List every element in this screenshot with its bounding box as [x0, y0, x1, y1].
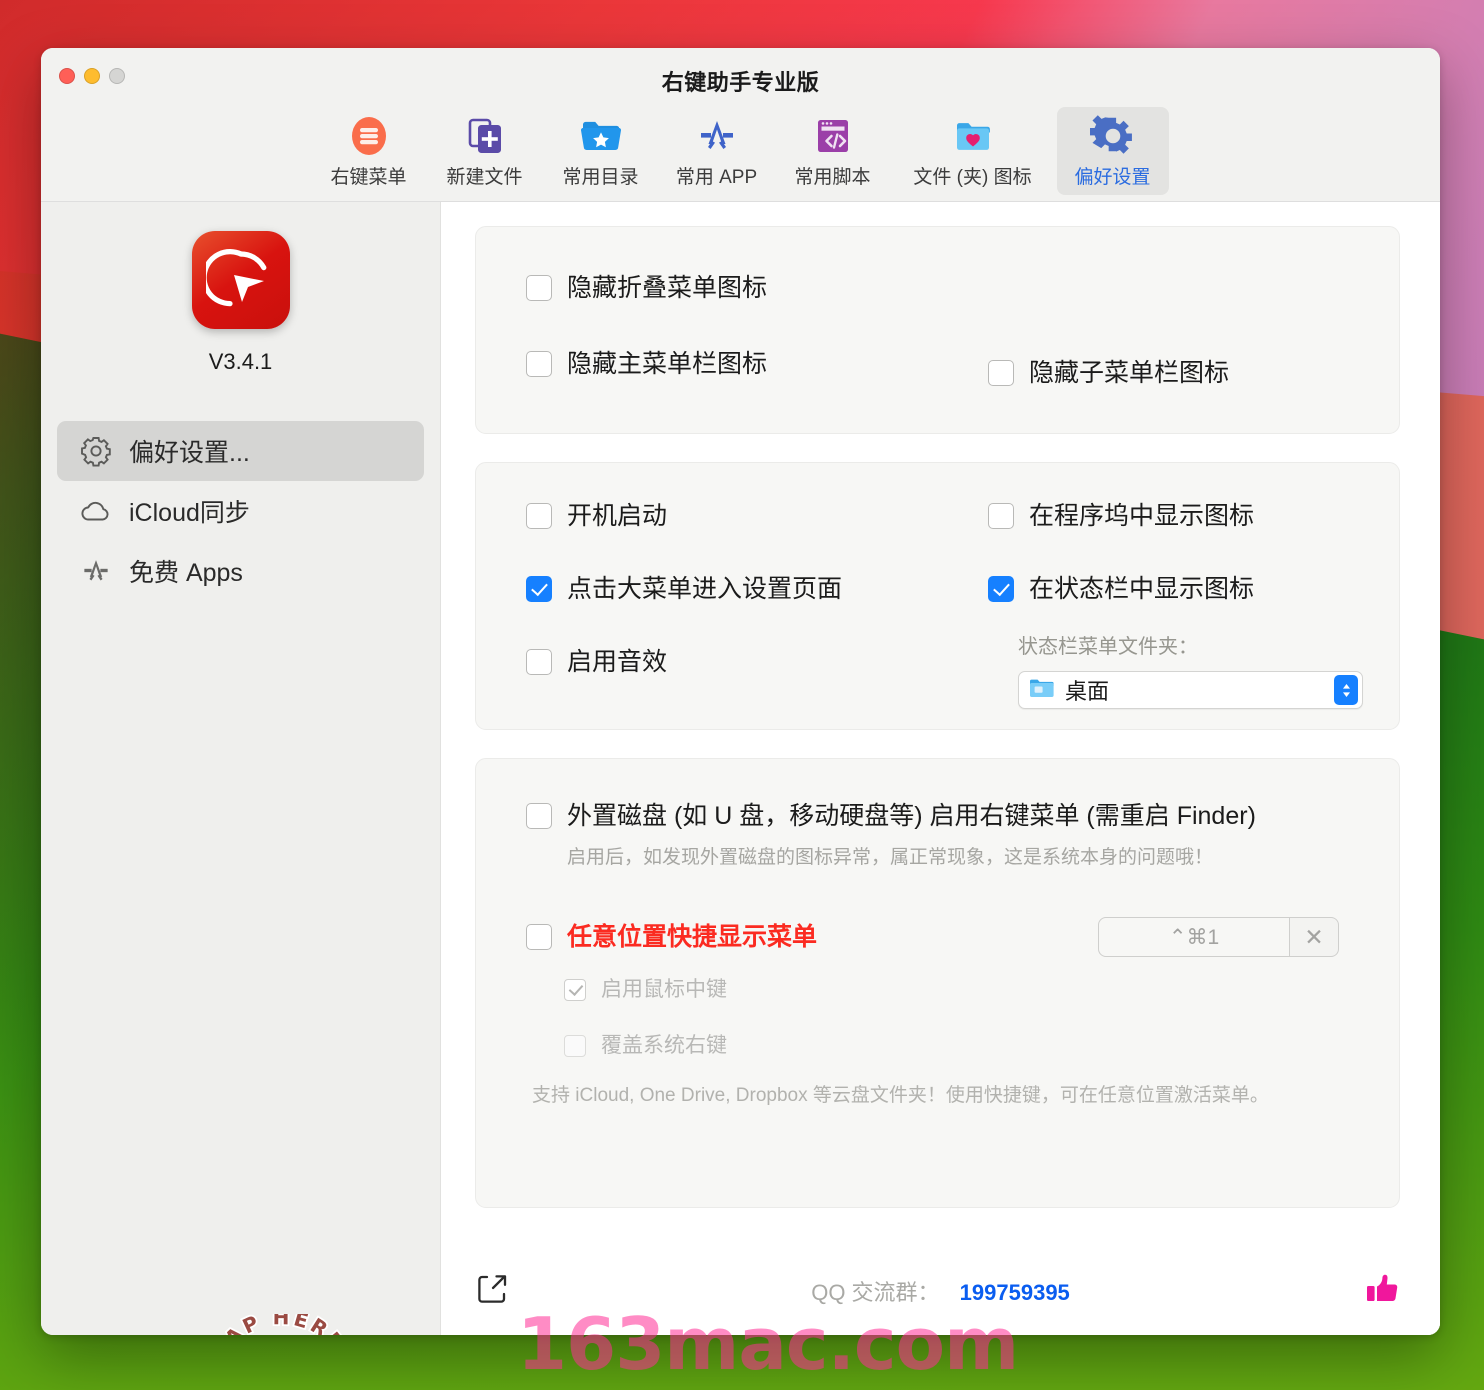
footer-bar: QQ 交流群： 199759395	[441, 1247, 1440, 1335]
main-toolbar: 右键菜单 新建文件 常用目录 常用 APP 常用脚本 文件 (夹) 图标 偏好设…	[41, 105, 1440, 202]
app-version-label: V3.4.1	[208, 349, 273, 374]
override-rmb-checkbox[interactable]	[564, 1035, 586, 1057]
main-content: 隐藏折叠菜单图标 隐藏主菜单栏图标 折叠菜单名称 (点击修改)： 其它右键功能	[441, 202, 1440, 1335]
launch-at-login-label: 开机启动	[567, 502, 668, 530]
shortcut-value[interactable]: ⌃⌘1	[1099, 918, 1290, 956]
hide-sub-menubar-icon-label: 隐藏子菜单栏图标	[1029, 359, 1230, 387]
toolbar-item-label: 右键菜单	[330, 167, 407, 188]
advanced-settings-card: 外置磁盘 (如 U 盘，移动硬盘等) 启用右键菜单 (需重启 Finder) 启…	[475, 758, 1400, 1208]
cursor-logo-icon	[191, 231, 290, 329]
hide-fold-menu-icon-label: 隐藏折叠菜单图标	[567, 274, 768, 302]
new-file-icon	[463, 113, 507, 159]
sidebar-item-label: 偏好设置...	[129, 439, 250, 467]
gear-icon	[1089, 113, 1136, 159]
sticker-text: TAP HERE	[209, 1314, 350, 1335]
hide-main-menubar-icon-checkbox[interactable]	[526, 351, 552, 377]
toolbar-item-favorite-folders[interactable]: 常用目录	[545, 107, 657, 195]
toolbar-item-file-folder-icons[interactable]: 文件 (夹) 图标	[893, 107, 1053, 195]
show-in-dock-row[interactable]: 在程序坞中显示图标	[988, 503, 1399, 529]
shortcut-recorder[interactable]: ⌃⌘1 ✕	[1098, 917, 1339, 957]
statusbar-folder-select[interactable]: 桌面	[1018, 671, 1363, 709]
big-menu-settings-row[interactable]: 点击大菜单进入设置页面	[526, 576, 946, 602]
qq-group-number[interactable]: 199759395	[960, 1280, 1070, 1305]
app-store-icon	[695, 113, 739, 159]
launch-at-login-checkbox[interactable]	[526, 503, 552, 529]
sidebar-nav: 偏好设置... iCloud同步 免费 Apps	[57, 421, 424, 601]
star-folder-icon	[579, 113, 623, 159]
toolbar-item-favorite-scripts[interactable]: 常用脚本	[777, 107, 889, 195]
window-body: V3.4.1 偏好设置... iCloud同步 免费 Apps P HER 隐藏…	[41, 202, 1440, 1335]
hide-sub-menubar-icon-checkbox[interactable]	[988, 360, 1014, 386]
enable-sound-label: 启用音效	[567, 648, 668, 676]
middle-click-label: 启用鼠标中键	[601, 978, 727, 1001]
middle-click-row[interactable]: 启用鼠标中键	[564, 979, 1365, 1001]
show-in-statusbar-checkbox[interactable]	[988, 576, 1014, 602]
show-in-statusbar-row[interactable]: 在状态栏中显示图标	[988, 576, 1399, 602]
app-window: 右键助手专业版 右键菜单 新建文件 常用目录 常用 APP 常用脚本 文件 (夹…	[41, 48, 1440, 1335]
sidebar-item-preferences[interactable]: 偏好设置...	[57, 421, 424, 481]
toolbar-item-label: 常用 APP	[675, 167, 758, 188]
sidebar-item-label: 免费 Apps	[129, 559, 243, 587]
gear-icon	[79, 435, 113, 467]
toolbar-item-context-menu[interactable]: 右键菜单	[313, 107, 425, 195]
big-menu-settings-checkbox[interactable]	[526, 576, 552, 602]
anywhere-shortcut-label: 任意位置快捷显示菜单	[567, 923, 818, 951]
general-settings-card: 开机启动 点击大菜单进入设置页面 启用音效 在程序坞中显示图标 在状态栏中显示图…	[475, 462, 1400, 730]
anywhere-shortcut-checkbox[interactable]	[526, 924, 552, 950]
desktop-background: 右键助手专业版 右键菜单 新建文件 常用目录 常用 APP 常用脚本 文件 (夹…	[0, 0, 1484, 1390]
enable-sound-checkbox[interactable]	[526, 649, 552, 675]
anywhere-shortcut-row[interactable]: 任意位置快捷显示菜单	[526, 924, 817, 950]
hide-main-menubar-icon-row[interactable]: 隐藏主菜单栏图标	[526, 351, 946, 377]
toolbar-item-preferences[interactable]: 偏好设置	[1056, 107, 1169, 195]
title-bar: 右键助手专业版	[41, 48, 1440, 105]
toolbar-item-label: 常用目录	[562, 167, 639, 188]
toolbar-item-label: 偏好设置	[1074, 167, 1151, 188]
cloud-hint: 支持 iCloud, One Drive, Dropbox 等云盘文件夹！使用快…	[532, 1085, 1269, 1106]
chevron-updown-icon	[1334, 675, 1358, 705]
menu-icons-card: 隐藏折叠菜单图标 隐藏主菜单栏图标 折叠菜单名称 (点击修改)： 其它右键功能	[475, 226, 1400, 434]
hide-main-menubar-icon-label: 隐藏主菜单栏图标	[567, 350, 768, 378]
launch-at-login-row[interactable]: 开机启动	[526, 503, 946, 529]
big-menu-settings-label: 点击大菜单进入设置页面	[567, 575, 843, 603]
anime-girl-sticker[interactable]: TAP HERE	[207, 1304, 355, 1335]
statusbar-folder-value: 桌面	[1065, 679, 1110, 704]
hide-fold-menu-icon-checkbox[interactable]	[526, 275, 552, 301]
hide-fold-menu-icon-row[interactable]: 隐藏折叠菜单图标	[526, 275, 946, 301]
window-title: 右键助手专业版	[661, 70, 820, 95]
external-disk-checkbox[interactable]	[526, 803, 552, 829]
clear-shortcut-button[interactable]: ✕	[1290, 918, 1338, 956]
sidebar-item-icloud-sync[interactable]: iCloud同步	[57, 481, 424, 541]
override-rmb-label: 覆盖系统右键	[601, 1034, 727, 1057]
sidebar-item-label: iCloud同步	[129, 499, 250, 527]
hide-sub-menubar-icon-row[interactable]: 隐藏子菜单栏图标	[988, 360, 1399, 386]
qq-group-info: QQ 交流群： 199759395	[441, 1275, 1440, 1307]
toolbar-item-label: 新建文件	[446, 167, 523, 188]
external-disk-row[interactable]: 外置磁盘 (如 U 盘，移动硬盘等) 启用右键菜单 (需重启 Finder)	[526, 803, 1365, 829]
toolbar-item-new-file[interactable]: 新建文件	[429, 107, 541, 195]
show-in-dock-label: 在程序坞中显示图标	[1029, 502, 1255, 530]
enable-sound-row[interactable]: 启用音效	[526, 649, 946, 675]
show-in-dock-checkbox[interactable]	[988, 503, 1014, 529]
statusbar-folder-label: 状态栏菜单文件夹：	[1018, 636, 1198, 658]
app-store-icon	[79, 555, 113, 587]
code-window-icon	[811, 113, 855, 159]
folder-icon	[1029, 677, 1055, 704]
sidebar: V3.4.1 偏好设置... iCloud同步 免费 Apps P HER	[41, 202, 441, 1335]
toolbar-item-label: 文件 (夹) 图标	[913, 167, 1032, 188]
toolbar-item-label: 常用脚本	[794, 167, 871, 188]
toolbar-item-favorite-apps[interactable]: 常用 APP	[661, 107, 773, 195]
heart-folder-icon	[951, 113, 995, 159]
settings-panels: 隐藏折叠菜单图标 隐藏主菜单栏图标 折叠菜单名称 (点击修改)： 其它右键功能	[441, 202, 1440, 1247]
external-disk-label: 外置磁盘 (如 U 盘，移动硬盘等) 启用右键菜单 (需重启 Finder)	[567, 802, 1256, 830]
qq-group-label: QQ 交流群：	[811, 1280, 940, 1305]
override-rmb-row[interactable]: 覆盖系统右键	[564, 1035, 1365, 1057]
middle-click-checkbox[interactable]	[564, 979, 586, 1001]
hamburger-menu-icon	[347, 113, 391, 159]
external-disk-hint: 启用后，如发现外置磁盘的图标异常，属正常现象，这是系统本身的问题哦！	[567, 847, 1214, 868]
sidebar-item-free-apps[interactable]: 免费 Apps	[57, 541, 424, 601]
cloud-icon	[79, 498, 113, 524]
show-in-statusbar-label: 在状态栏中显示图标	[1029, 575, 1255, 603]
